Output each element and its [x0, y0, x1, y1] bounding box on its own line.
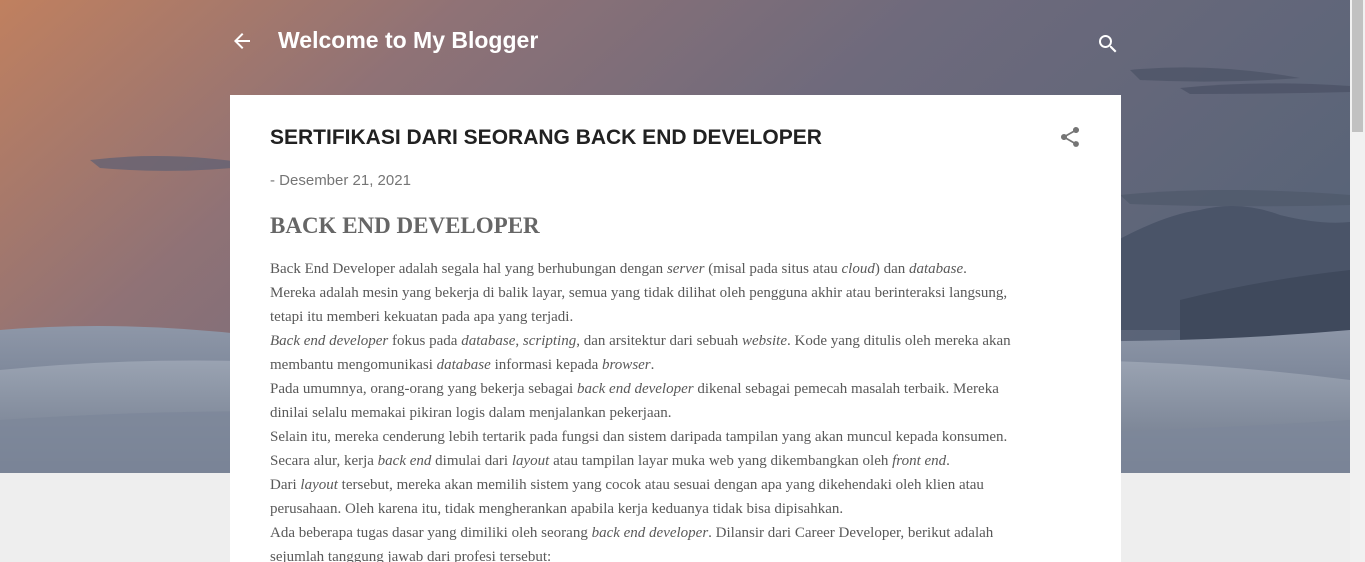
body-line: Selain itu, mereka cenderung lebih terta…: [270, 429, 1008, 445]
search-icon: [1099, 35, 1117, 53]
blog-title-link[interactable]: Welcome to My Blogger: [278, 27, 538, 54]
body-line: Back end developer fokus pada database, …: [270, 333, 1011, 349]
body-line: Secara alur, kerja back end dimulai dari…: [270, 453, 950, 469]
post-title: SERTIFIKASI DARI SEORANG BACK END DEVELO…: [270, 126, 822, 149]
body-line: tetapi itu memberi kekuatan pada apa yan…: [270, 309, 574, 325]
post-card: SERTIFIKASI DARI SEORANG BACK END DEVELO…: [230, 95, 1121, 562]
post-date-link[interactable]: Desember 21, 2021: [279, 172, 411, 189]
section-heading: BACK END DEVELOPER: [270, 213, 540, 238]
body-line: Pada umumnya, orang-orang yang bekerja s…: [270, 381, 999, 397]
scrollbar-thumb[interactable]: [1352, 0, 1363, 132]
date-prefix: -: [270, 172, 280, 189]
body-line: sejumlah tanggung jawab dari profesi ter…: [270, 549, 552, 562]
post-body: Back End Developer adalah segala hal yan…: [270, 257, 1070, 562]
arrow-left-icon: [234, 33, 250, 49]
body-line: Ada beberapa tugas dasar yang dimiliki o…: [270, 525, 994, 541]
body-line: Dari layout tersebut, mereka akan memili…: [270, 477, 984, 493]
back-button[interactable]: [230, 29, 254, 53]
vertical-scrollbar[interactable]: [1350, 0, 1365, 562]
body-line: Back End Developer adalah segala hal yan…: [270, 261, 967, 277]
body-line: Mereka adalah mesin yang bekerja di bali…: [270, 285, 1008, 301]
body-line: perusahaan. Oleh karena itu, tidak mengh…: [270, 501, 844, 517]
post-date: - Desember 21, 2021: [270, 172, 411, 189]
search-button[interactable]: [1096, 32, 1120, 56]
body-line: dinilai selalu memakai pikiran logis dal…: [270, 405, 672, 421]
top-navigation-bar: Welcome to My Blogger: [230, 20, 1121, 64]
share-button[interactable]: [1058, 125, 1082, 149]
body-line: membantu mengomunikasi database informas…: [270, 357, 655, 373]
share-icon: [1061, 126, 1080, 147]
